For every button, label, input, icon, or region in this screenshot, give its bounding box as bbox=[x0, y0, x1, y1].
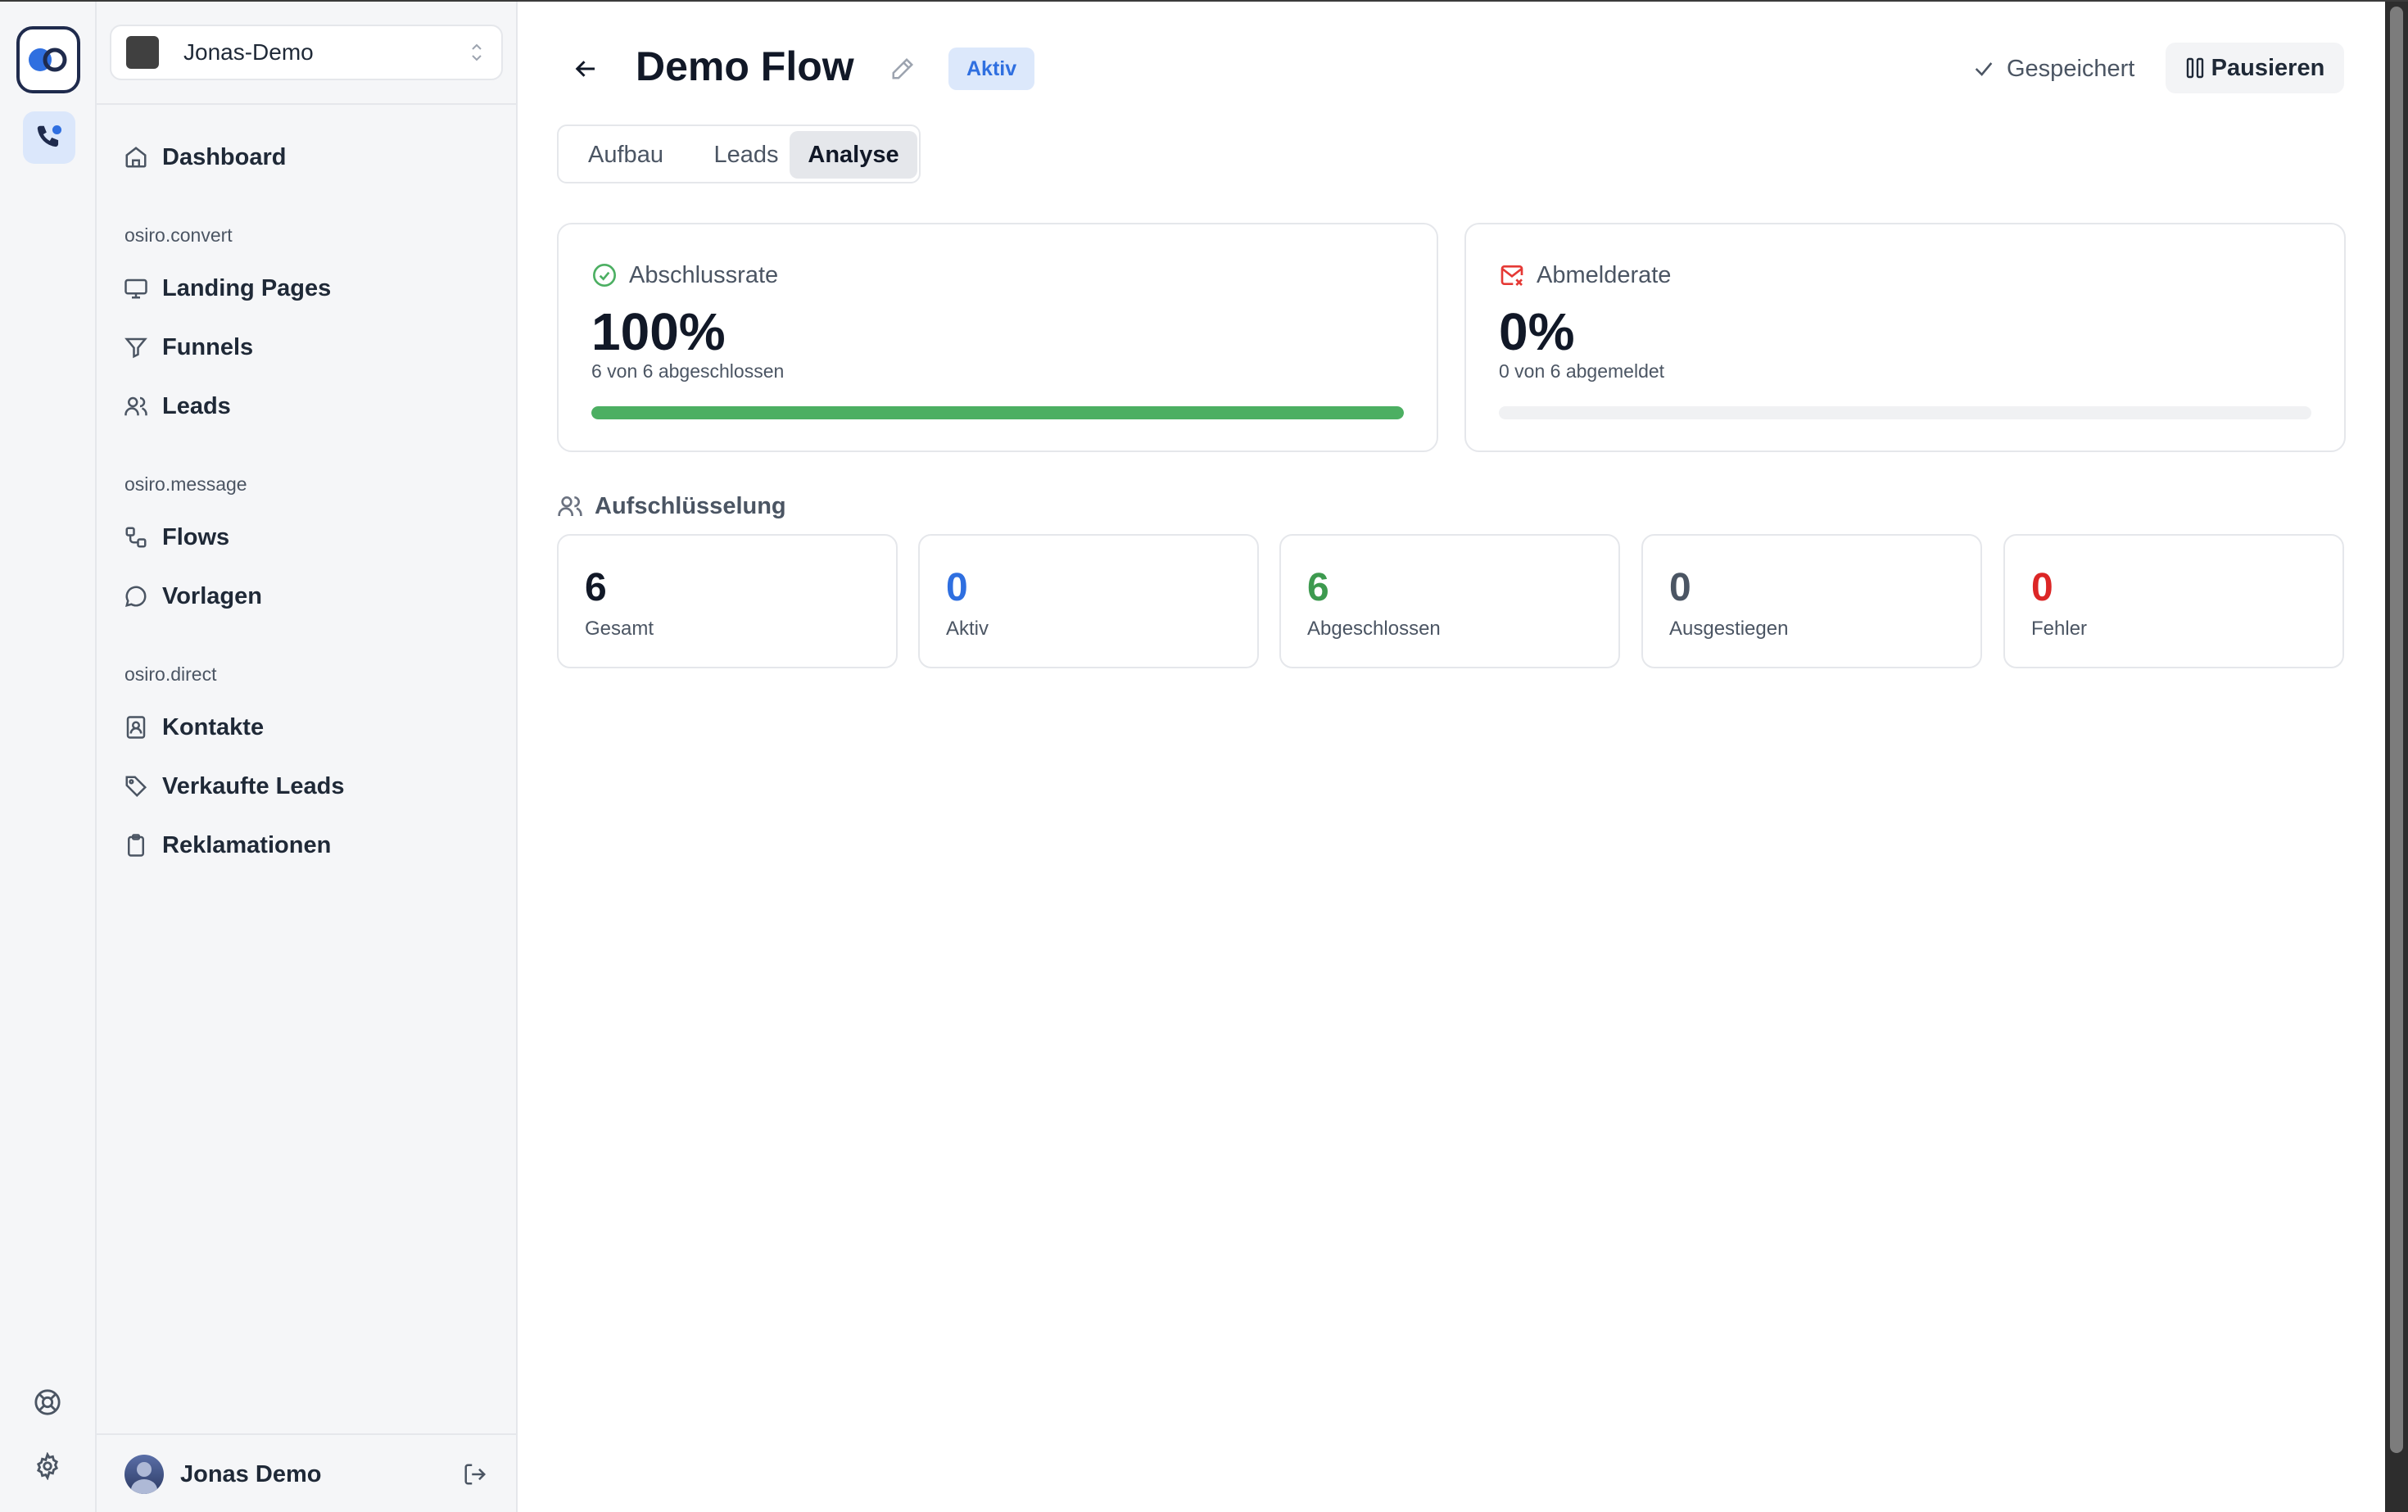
card-header: Abmelderate bbox=[1499, 259, 1671, 292]
stat-value: 6 bbox=[1307, 566, 1329, 609]
stat-label: Ausgestiegen bbox=[1669, 618, 1789, 640]
breakdown-title: Aufschlüsselung bbox=[595, 492, 786, 519]
tab-bar: Aufbau Leads Analyse bbox=[557, 124, 921, 183]
user-profile[interactable]: Jonas Demo bbox=[124, 1453, 321, 1496]
users-icon bbox=[558, 496, 582, 516]
breakdown-heading: Aufschlüsselung bbox=[557, 490, 786, 523]
tab-aufbau[interactable]: Aufbau bbox=[565, 131, 686, 179]
tag-icon bbox=[123, 773, 149, 799]
stat-card-gesamt: 6 Gesamt bbox=[557, 534, 898, 668]
sidebar-item-reklamationen[interactable]: Reklamationen bbox=[123, 824, 331, 867]
scrollbar-thumb[interactable] bbox=[2390, 7, 2403, 1453]
stat-card-ausgestiegen: 0 Ausgestiegen bbox=[1641, 534, 1982, 668]
stat-value: 6 bbox=[585, 566, 607, 609]
contact-book-icon bbox=[123, 714, 149, 740]
sidebar-item-label: Dashboard bbox=[162, 143, 287, 170]
stat-value: 0 bbox=[2031, 566, 2053, 609]
tab-analyse[interactable]: Analyse bbox=[790, 131, 917, 179]
sidebar-item-kontakte[interactable]: Kontakte bbox=[123, 706, 264, 749]
sidebar-item-label: Funnels bbox=[162, 333, 254, 360]
unsubscribe-rate-subtext: 0 von 6 abgemeldet bbox=[1499, 360, 1665, 382]
workspace-switcher[interactable]: Jonas-Demo bbox=[110, 25, 503, 80]
app-logo-icon[interactable] bbox=[16, 26, 80, 93]
sidebar-item-label: Leads bbox=[162, 392, 231, 419]
section-label-direct: osiro.direct bbox=[124, 663, 217, 685]
settings-icon[interactable] bbox=[31, 1450, 64, 1483]
chevron-up-down-icon bbox=[467, 39, 487, 66]
mail-x-icon bbox=[1500, 265, 1523, 286]
stat-card-aktiv: 0 Aktiv bbox=[918, 534, 1259, 668]
pencil-icon[interactable] bbox=[886, 52, 919, 85]
logout-icon[interactable] bbox=[460, 1460, 490, 1489]
stat-label: Fehler bbox=[2031, 618, 2088, 640]
check-icon bbox=[1975, 62, 1993, 76]
avatar bbox=[124, 1455, 164, 1494]
sidebar-divider bbox=[97, 103, 516, 105]
sidebar-item-flows[interactable]: Flows bbox=[123, 516, 229, 559]
completion-rate-subtext: 6 von 6 abgeschlossen bbox=[591, 360, 785, 382]
pause-label: Pausieren bbox=[2211, 54, 2325, 81]
unsubscribe-progress-bar bbox=[1499, 406, 2311, 419]
phone-icon[interactable] bbox=[23, 111, 75, 164]
workflow-icon bbox=[123, 524, 149, 550]
status-badge: Aktiv bbox=[948, 48, 1035, 90]
check-circle-icon bbox=[593, 264, 616, 287]
completion-progress-bar bbox=[591, 406, 1404, 419]
back-arrow-icon[interactable] bbox=[570, 52, 603, 85]
filter-icon bbox=[123, 334, 149, 360]
stat-card-abgeschlossen: 6 Abgeschlossen bbox=[1279, 534, 1620, 668]
sidebar-item-label: Flows bbox=[162, 523, 230, 550]
clipboard-icon bbox=[123, 832, 149, 858]
message-circle-icon bbox=[123, 583, 149, 609]
sidebar-item-funnels[interactable]: Funnels bbox=[123, 326, 253, 369]
sidebar-item-vorlagen[interactable]: Vorlagen bbox=[123, 575, 262, 618]
tab-leads[interactable]: Leads bbox=[688, 131, 804, 179]
sidebar-item-dashboard[interactable]: Dashboard bbox=[123, 136, 286, 179]
unsubscribe-rate-card: Abmelderate 0% 0 von 6 abgemeldet bbox=[1464, 223, 2346, 452]
stat-label: Abgeschlossen bbox=[1307, 618, 1441, 640]
section-label-convert: osiro.convert bbox=[124, 224, 233, 246]
stat-value: 0 bbox=[946, 566, 968, 609]
section-label-message: osiro.message bbox=[124, 473, 247, 495]
workspace-avatar bbox=[126, 36, 159, 69]
sidebar-item-label: Landing Pages bbox=[162, 274, 332, 301]
stat-label: Aktiv bbox=[946, 618, 989, 640]
sidebar-item-label: Vorlagen bbox=[162, 582, 262, 609]
help-icon[interactable] bbox=[31, 1386, 64, 1419]
card-title: Abmelderate bbox=[1537, 261, 1672, 288]
sidebar-item-label: Verkaufte Leads bbox=[162, 772, 345, 799]
unsubscribe-rate-value: 0% bbox=[1499, 302, 1575, 361]
monitor-icon bbox=[123, 275, 149, 301]
home-icon bbox=[123, 144, 149, 170]
workspace-name: Jonas-Demo bbox=[183, 39, 314, 65]
sidebar-item-leads[interactable]: Leads bbox=[123, 385, 231, 428]
stat-value: 0 bbox=[1669, 566, 1691, 609]
sidebar-item-label: Kontakte bbox=[162, 713, 265, 740]
user-name: Jonas Demo bbox=[180, 1460, 322, 1487]
completion-progress-fill bbox=[591, 406, 1404, 419]
stat-label: Gesamt bbox=[585, 618, 654, 640]
sidebar-footer-divider bbox=[97, 1433, 516, 1435]
pause-button[interactable]: Pausieren bbox=[2166, 43, 2344, 93]
page-title: Demo Flow bbox=[636, 43, 854, 89]
card-title: Abschlussrate bbox=[629, 261, 779, 288]
icon-rail bbox=[0, 2, 97, 1512]
users-icon bbox=[123, 393, 149, 419]
completion-rate-card: Abschlussrate 100% 6 von 6 abgeschlossen bbox=[557, 223, 1438, 452]
completion-rate-value: 100% bbox=[591, 302, 726, 361]
pause-icon bbox=[2186, 57, 2203, 79]
sidebar-item-landing-pages[interactable]: Landing Pages bbox=[123, 267, 331, 310]
sidebar-item-label: Reklamationen bbox=[162, 831, 332, 858]
card-header: Abschlussrate bbox=[591, 259, 778, 292]
stat-card-fehler: 0 Fehler bbox=[2003, 534, 2344, 668]
saved-label: Gespeichert bbox=[2007, 55, 2135, 82]
sidebar-item-verkaufte-leads[interactable]: Verkaufte Leads bbox=[123, 765, 344, 808]
saved-indicator: Gespeichert bbox=[1972, 51, 2134, 87]
sidebar: Jonas-Demo Dashboard osiro.convert Landi… bbox=[97, 2, 518, 1512]
